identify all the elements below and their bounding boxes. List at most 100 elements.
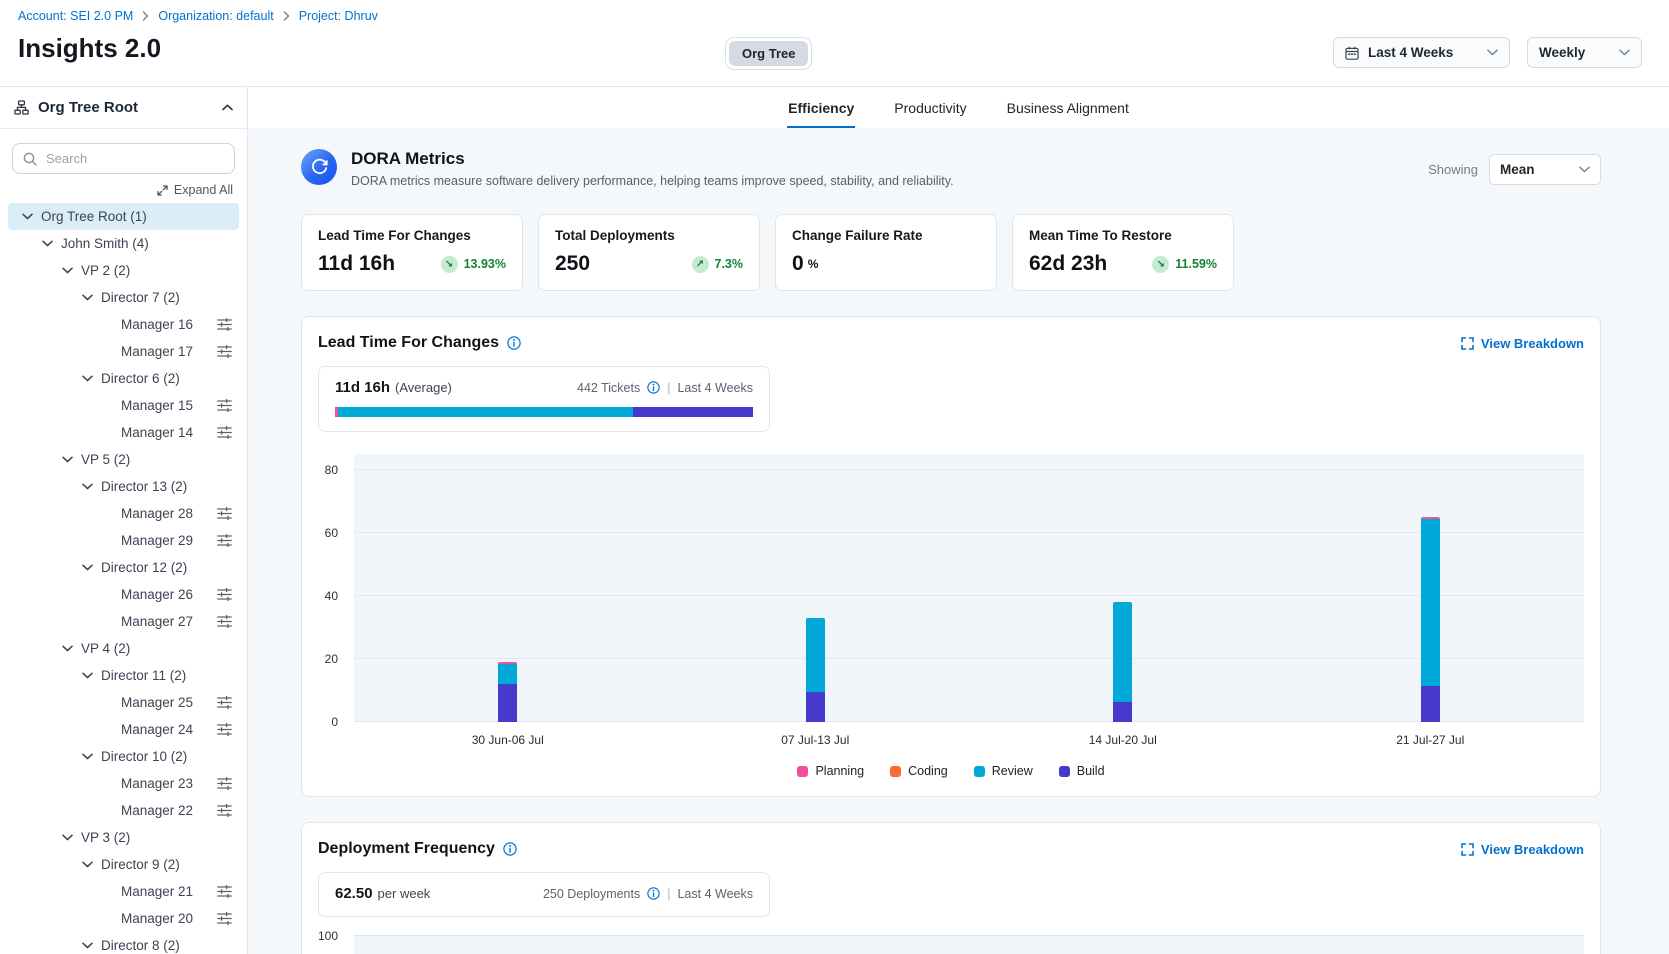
tree-row[interactable]: VP 2 (2) xyxy=(8,257,239,284)
legend-item-review[interactable]: Review xyxy=(974,764,1033,778)
tree-node-label: Director 7 (2) xyxy=(101,290,232,305)
tree-row[interactable]: Director 7 (2) xyxy=(8,284,239,311)
sliders-icon[interactable] xyxy=(217,588,232,601)
sliders-icon[interactable] xyxy=(217,777,232,790)
sliders-icon[interactable] xyxy=(217,426,232,439)
chevron-down-icon[interactable] xyxy=(82,294,95,301)
sliders-icon[interactable] xyxy=(217,723,232,736)
breadcrumb-organization-link[interactable]: Organization: default xyxy=(158,9,273,23)
lead-time-view-breakdown-link[interactable]: View Breakdown xyxy=(1461,336,1584,351)
bar-segment-build[interactable] xyxy=(498,684,517,722)
tree-row[interactable]: Director 13 (2) xyxy=(8,473,239,500)
bar-segment-review[interactable] xyxy=(806,618,825,692)
sliders-icon[interactable] xyxy=(217,696,232,709)
sliders-icon[interactable] xyxy=(217,507,232,520)
tree-row[interactable]: Director 6 (2) xyxy=(8,365,239,392)
tree-row[interactable]: Manager 27 xyxy=(8,608,239,635)
tree-row[interactable]: Org Tree Root (1) xyxy=(8,203,239,230)
chevron-down-icon[interactable] xyxy=(82,672,95,679)
sliders-icon[interactable] xyxy=(217,804,232,817)
tab-efficiency[interactable]: Efficiency xyxy=(787,87,855,128)
sliders-icon[interactable] xyxy=(217,318,232,331)
tree-row[interactable]: Manager 21 xyxy=(8,878,239,905)
tree-row[interactable]: Manager 29 xyxy=(8,527,239,554)
expand-all-button[interactable]: Expand All xyxy=(14,183,233,197)
tree-row[interactable]: Manager 28 xyxy=(8,500,239,527)
bar-group[interactable] xyxy=(1113,470,1132,722)
sliders-icon[interactable] xyxy=(217,615,232,628)
tree-row[interactable]: Manager 23 xyxy=(8,770,239,797)
tab-business-alignment[interactable]: Business Alignment xyxy=(1006,87,1130,128)
tree-row[interactable]: Manager 20 xyxy=(8,905,239,932)
chevron-down-icon[interactable] xyxy=(82,375,95,382)
info-icon[interactable] xyxy=(647,381,660,394)
tree-row[interactable]: Manager 16 xyxy=(8,311,239,338)
chevron-up-icon[interactable] xyxy=(222,104,233,111)
metric-card-change-failure-rate[interactable]: Change Failure Rate 0 % xyxy=(775,214,997,291)
tree-row[interactable]: Manager 26 xyxy=(8,581,239,608)
breadcrumb-project-link[interactable]: Project: Dhruv xyxy=(299,9,378,23)
granularity-select[interactable]: Weekly xyxy=(1527,37,1642,68)
chevron-down-icon[interactable] xyxy=(62,456,75,463)
info-icon[interactable] xyxy=(507,336,521,350)
bar-segment-build[interactable] xyxy=(1421,686,1440,722)
bar-segment-review[interactable] xyxy=(1421,519,1440,686)
tree-row[interactable]: Manager 25 xyxy=(8,689,239,716)
tree-row[interactable]: Director 11 (2) xyxy=(8,662,239,689)
sliders-icon[interactable] xyxy=(217,345,232,358)
tree-row[interactable]: VP 3 (2) xyxy=(8,824,239,851)
tree-row[interactable]: Manager 24 xyxy=(8,716,239,743)
bar-group[interactable] xyxy=(806,470,825,722)
chevron-down-icon[interactable] xyxy=(62,834,75,841)
chevron-down-icon[interactable] xyxy=(82,564,95,571)
tree-node-label: Manager 14 xyxy=(121,425,211,440)
chevron-down-icon[interactable] xyxy=(62,267,75,274)
bar-segment-build[interactable] xyxy=(806,692,825,722)
tree-row[interactable]: Manager 14 xyxy=(8,419,239,446)
sliders-icon[interactable] xyxy=(217,885,232,898)
sliders-icon[interactable] xyxy=(217,534,232,547)
tree-row[interactable]: Manager 22 xyxy=(8,797,239,824)
legend-item-planning[interactable]: Planning xyxy=(797,764,864,778)
bar-segment-review[interactable] xyxy=(498,664,517,684)
legend-item-coding[interactable]: Coding xyxy=(890,764,948,778)
chevron-down-icon[interactable] xyxy=(62,645,75,652)
chevron-down-icon[interactable] xyxy=(42,240,55,247)
chevron-down-icon[interactable] xyxy=(82,483,95,490)
tree-row[interactable]: Director 10 (2) xyxy=(8,743,239,770)
sliders-icon[interactable] xyxy=(217,912,232,925)
bar-group[interactable] xyxy=(1421,470,1440,722)
tree-row[interactable]: Director 8 (2) xyxy=(8,932,239,954)
view-breakdown-label: View Breakdown xyxy=(1481,336,1584,351)
tree-row[interactable]: Director 9 (2) xyxy=(8,851,239,878)
tree-row[interactable]: John Smith (4) xyxy=(8,230,239,257)
bar-segment-review[interactable] xyxy=(1113,602,1132,701)
metric-card-mean-time-to-restore[interactable]: Mean Time To Restore 62d 23h ↘ 11.59% xyxy=(1012,214,1234,291)
chevron-down-icon[interactable] xyxy=(82,861,95,868)
bar-group[interactable] xyxy=(498,470,517,722)
tree-row[interactable]: VP 5 (2) xyxy=(8,446,239,473)
deployment-rate-value: 62.50 xyxy=(335,885,373,902)
breadcrumb-account-link[interactable]: Account: SEI 2.0 PM xyxy=(18,9,133,23)
sidebar-header[interactable]: Org Tree Root xyxy=(0,87,247,129)
date-range-select[interactable]: Last 4 Weeks xyxy=(1333,37,1510,68)
tree-row[interactable]: VP 4 (2) xyxy=(8,635,239,662)
org-tree-button[interactable]: Org Tree xyxy=(725,37,812,70)
tree-row[interactable]: Manager 17 xyxy=(8,338,239,365)
info-icon[interactable] xyxy=(647,887,660,900)
showing-select[interactable]: Mean xyxy=(1489,154,1601,185)
metric-card-lead-time[interactable]: Lead Time For Changes 11d 16h ↘ 13.93% xyxy=(301,214,523,291)
search-input[interactable] xyxy=(12,143,235,174)
chevron-down-icon[interactable] xyxy=(82,753,95,760)
chevron-down-icon[interactable] xyxy=(22,213,35,220)
sliders-icon[interactable] xyxy=(217,399,232,412)
tree-row[interactable]: Director 12 (2) xyxy=(8,554,239,581)
tab-productivity[interactable]: Productivity xyxy=(893,87,967,128)
legend-item-build[interactable]: Build xyxy=(1059,764,1105,778)
bar-segment-build[interactable] xyxy=(1113,702,1132,722)
chevron-down-icon[interactable] xyxy=(82,942,95,949)
info-icon[interactable] xyxy=(503,842,517,856)
tree-row[interactable]: Manager 15 xyxy=(8,392,239,419)
deployment-view-breakdown-link[interactable]: View Breakdown xyxy=(1461,842,1584,857)
metric-card-total-deployments[interactable]: Total Deployments 250 ↗ 7.3% xyxy=(538,214,760,291)
